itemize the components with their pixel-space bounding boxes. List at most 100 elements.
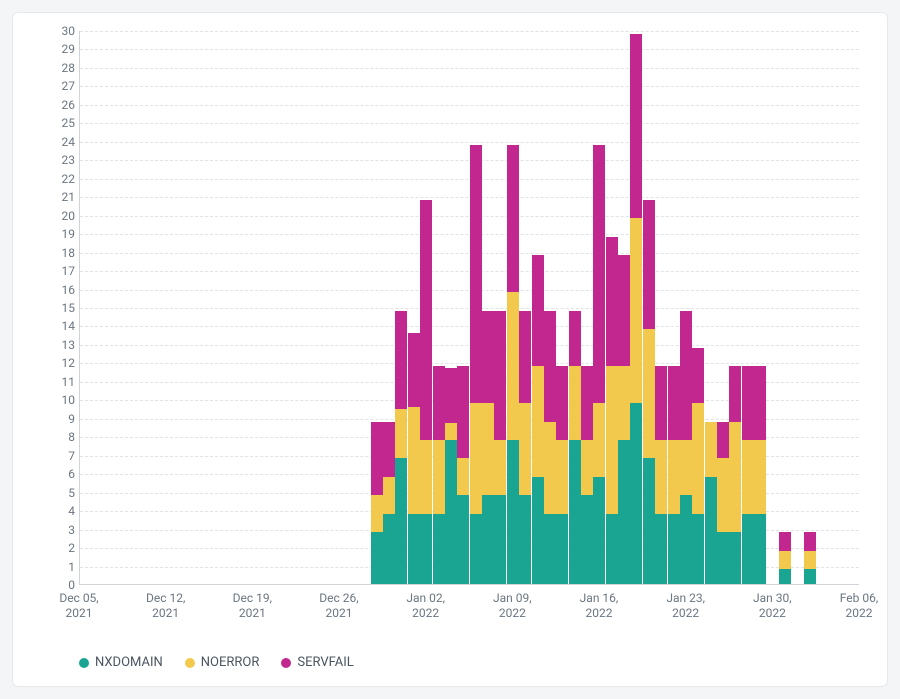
bar-column[interactable] <box>643 200 655 584</box>
y-tick-label: 12 <box>21 356 75 370</box>
bar-column[interactable] <box>581 366 593 584</box>
legend-swatch-servfail <box>281 658 291 668</box>
bar-segment-nx <box>532 477 544 584</box>
x-tick-label: Dec 26,2021 <box>319 591 358 621</box>
y-tick-label: 18 <box>21 246 75 260</box>
bar-segment-sf <box>779 532 791 550</box>
bar-segment-sf <box>593 145 605 404</box>
bar-segment-noe <box>433 440 445 514</box>
bar-segment-sf <box>692 348 704 403</box>
bar-segment-sf <box>556 366 568 440</box>
bar-segment-nx <box>593 477 605 584</box>
legend-item-nxdomain[interactable]: NXDOMAIN <box>79 655 163 670</box>
bar-segment-nx <box>680 495 692 584</box>
y-tick-label: 11 <box>21 375 75 389</box>
bar-segment-noe <box>532 366 544 477</box>
bar-column[interactable] <box>507 145 519 584</box>
bar-segment-noe <box>445 423 457 440</box>
bar-segment-noe <box>408 407 420 514</box>
bar-segment-noe <box>643 329 655 458</box>
bar-segment-nx <box>804 569 816 584</box>
bar-column[interactable] <box>692 348 704 584</box>
x-tick-line1: Dec 12, <box>146 591 185 606</box>
bar-column[interactable] <box>680 311 692 584</box>
bar-segment-sf <box>457 366 469 458</box>
bar-segment-nx <box>705 477 717 584</box>
y-tick-label: 16 <box>21 283 75 297</box>
bar-segment-nx <box>655 514 667 584</box>
bar-column[interactable] <box>779 532 791 584</box>
bar-column[interactable] <box>668 366 680 584</box>
x-tick-line2: 2022 <box>406 606 445 621</box>
legend-item-noerror[interactable]: NOERROR <box>185 655 260 670</box>
bar-column[interactable] <box>544 311 556 584</box>
y-tick-label: 21 <box>21 190 75 204</box>
bar-column[interactable] <box>482 311 494 584</box>
bar-segment-noe <box>655 440 667 514</box>
bar-column[interactable] <box>371 422 383 584</box>
bar-segment-noe <box>519 403 531 495</box>
bar-segment-noe <box>742 440 754 514</box>
bar-column[interactable] <box>494 311 506 584</box>
bar-column[interactable] <box>532 255 544 584</box>
bar-segment-sf <box>544 311 556 422</box>
bar-column[interactable] <box>606 237 618 584</box>
y-tick-label: 17 <box>21 264 75 278</box>
bar-column[interactable] <box>754 366 766 584</box>
bar-segment-noe <box>754 440 766 514</box>
bar-column[interactable] <box>705 422 717 584</box>
bar-column[interactable] <box>618 255 630 584</box>
bar-segment-nx <box>717 532 729 584</box>
bar-column[interactable] <box>742 366 754 584</box>
bar-column[interactable] <box>420 200 432 584</box>
x-tick-label: Jan 23,2022 <box>666 591 705 621</box>
bar-segment-sf <box>804 532 816 550</box>
bar-segment-nx <box>692 514 704 584</box>
bar-segment-noe <box>482 403 494 495</box>
bar-column[interactable] <box>445 368 457 584</box>
x-tick-line2: 2021 <box>146 606 185 621</box>
bar-column[interactable] <box>433 366 445 584</box>
bar-column[interactable] <box>383 422 395 584</box>
bar-segment-nx <box>569 440 581 584</box>
bar-segment-nx <box>507 440 519 584</box>
bar-segment-nx <box>408 514 420 584</box>
bar-segment-sf <box>668 366 680 440</box>
y-tick-label: 9 <box>21 412 75 426</box>
bar-segment-noe <box>395 409 407 459</box>
bar-segment-nx <box>630 403 642 584</box>
bar-segment-sf <box>371 422 383 496</box>
y-tick-label: 22 <box>21 172 75 186</box>
x-tick-label: Dec 05,2021 <box>59 591 98 621</box>
bar-column[interactable] <box>408 333 420 584</box>
bar-column[interactable] <box>804 532 816 584</box>
bar-column[interactable] <box>395 311 407 584</box>
y-tick-label: 13 <box>21 338 75 352</box>
bar-column[interactable] <box>593 145 605 584</box>
x-tick-line2: 2021 <box>319 606 358 621</box>
bar-column[interactable] <box>457 366 469 584</box>
y-tick-label: 28 <box>21 61 75 75</box>
bar-column[interactable] <box>729 366 741 584</box>
x-tick-label: Dec 19,2021 <box>233 591 272 621</box>
bar-column[interactable] <box>630 34 642 584</box>
x-tick-line1: Dec 26, <box>319 591 358 606</box>
x-tick-label: Jan 30,2022 <box>753 591 792 621</box>
bar-column[interactable] <box>556 366 568 584</box>
bar-column[interactable] <box>717 422 729 584</box>
bar-segment-sf <box>618 255 630 366</box>
bar-segment-nx <box>519 495 531 584</box>
bar-column[interactable] <box>470 145 482 585</box>
bar-segment-sf <box>655 366 667 440</box>
x-tick-label: Jan 16,2022 <box>580 591 619 621</box>
legend-label: NOERROR <box>201 655 260 670</box>
bar-column[interactable] <box>569 311 581 584</box>
bar-column[interactable] <box>519 311 531 584</box>
bar-segment-nx <box>457 495 469 584</box>
bar-column[interactable] <box>655 366 667 584</box>
x-tick-line2: 2022 <box>666 606 705 621</box>
x-tick-line1: Dec 05, <box>59 591 98 606</box>
bar-segment-sf <box>680 311 692 440</box>
legend-item-servfail[interactable]: SERVFAIL <box>281 655 353 670</box>
y-tick-label: 4 <box>21 504 75 518</box>
